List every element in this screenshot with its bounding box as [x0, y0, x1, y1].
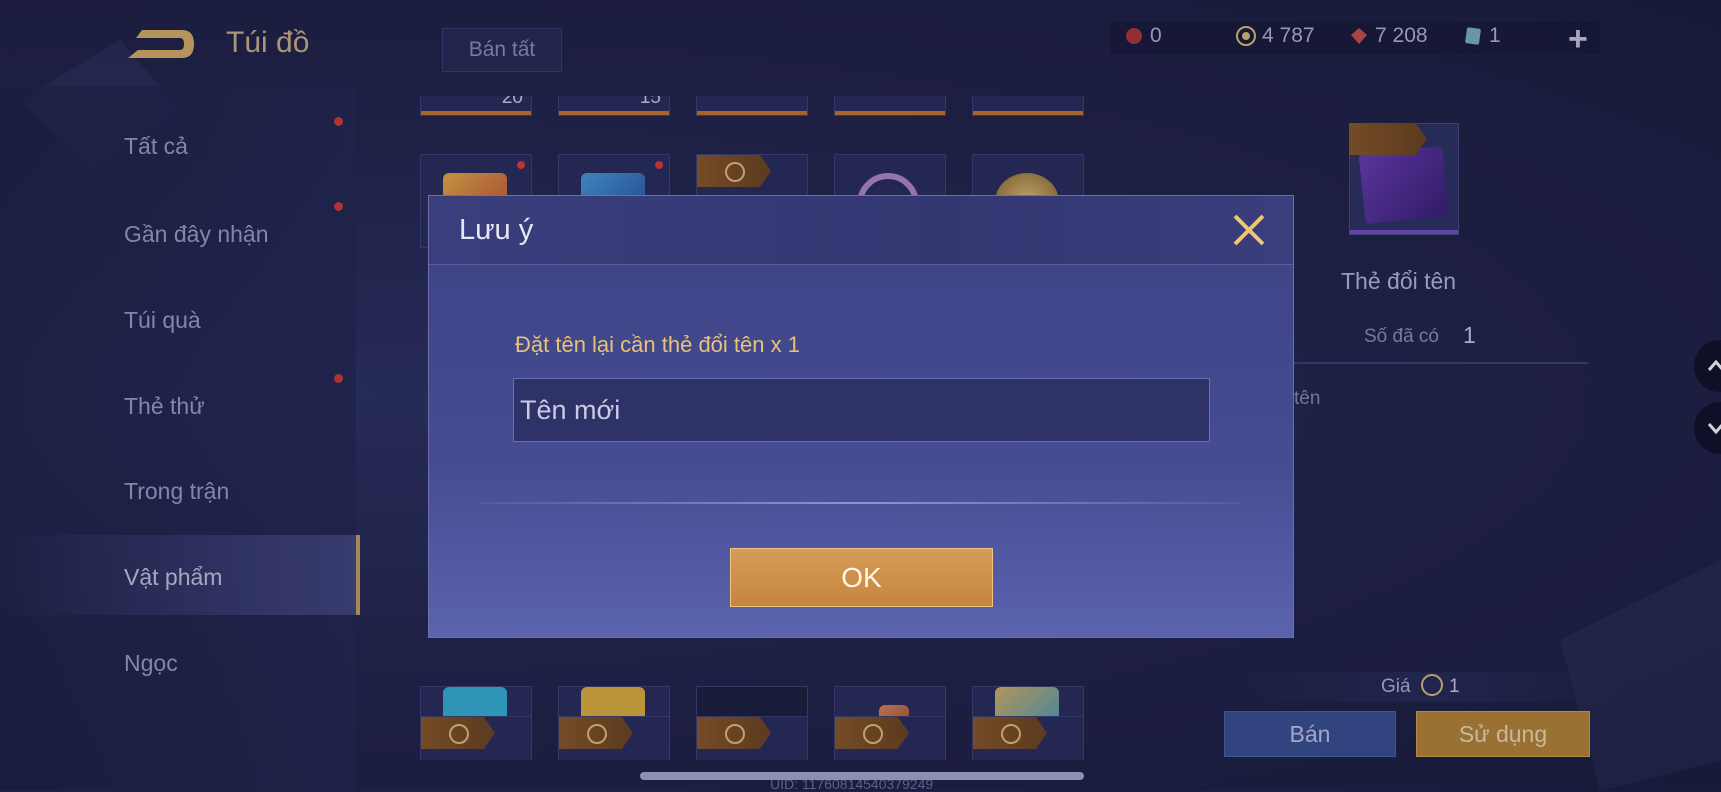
new-name-input[interactable] [513, 378, 1210, 442]
dialog-title: Lưu ý [459, 214, 534, 246]
dialog-header: Lưu ý [429, 196, 1293, 265]
dialog-divider [479, 502, 1241, 504]
close-icon[interactable] [1229, 210, 1269, 250]
rename-dialog: Lưu ý Đặt tên lại cần thẻ đổi tên x 1 OK [428, 195, 1294, 638]
dialog-message: Đặt tên lại cần thẻ đổi tên x 1 [515, 332, 800, 357]
home-indicator[interactable] [640, 772, 1084, 780]
ok-button[interactable]: OK [730, 548, 993, 607]
